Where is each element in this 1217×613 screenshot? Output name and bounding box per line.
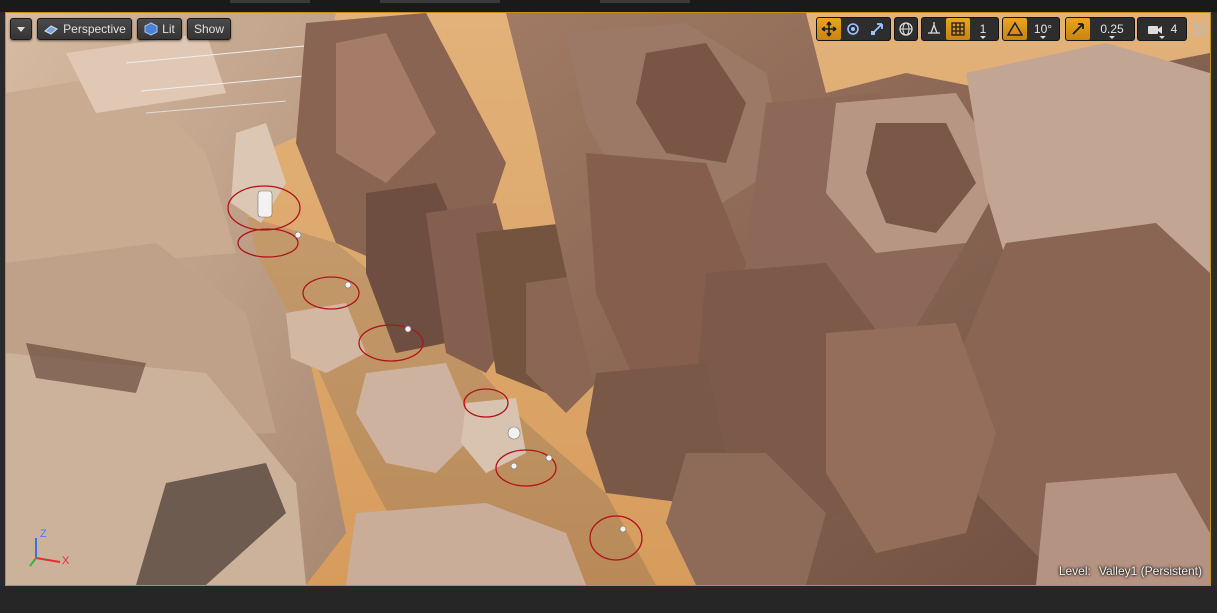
editor-tab[interactable] bbox=[600, 0, 690, 3]
level-status: Level: Valley1 (Persistent) bbox=[1059, 564, 1202, 578]
scale-arrow-icon bbox=[1072, 23, 1084, 35]
editor-tab-strip bbox=[0, 0, 1217, 12]
translate-arrows-icon bbox=[821, 21, 837, 37]
surface-snap-button[interactable] bbox=[922, 18, 946, 40]
level-name: Valley1 (Persistent) bbox=[1098, 564, 1202, 578]
surface-snap-icon bbox=[928, 22, 940, 34]
maximize-viewport-button[interactable] bbox=[1193, 22, 1205, 35]
camera-speed-dropdown[interactable]: 4 bbox=[1138, 18, 1186, 40]
perspective-view-button[interactable]: Perspective bbox=[37, 18, 132, 40]
rotation-snap-value: 10° bbox=[1033, 22, 1053, 36]
angle-triangle-icon bbox=[1007, 22, 1023, 36]
level-label: Level: bbox=[1058, 564, 1091, 578]
grid-snap-toggle[interactable] bbox=[946, 18, 970, 40]
level-viewport[interactable]: Perspective Lit Show 1 10° 0.25 4 Z X Le… bbox=[5, 12, 1211, 586]
transform-mode-group bbox=[816, 17, 891, 41]
coordinate-system-group bbox=[894, 17, 918, 41]
lighting-mode-label: Lit bbox=[162, 22, 175, 36]
camera-icon bbox=[1147, 26, 1162, 34]
axis-z-label: Z bbox=[40, 528, 47, 540]
grid-snap-value-dropdown[interactable]: 1 bbox=[970, 18, 996, 40]
axis-gizmo: Z X bbox=[24, 528, 84, 573]
chevron-down-icon bbox=[1040, 36, 1046, 39]
axis-x-label: X bbox=[62, 555, 70, 567]
globe-icon bbox=[899, 22, 913, 36]
editor-tab[interactable] bbox=[380, 0, 500, 3]
chevron-down-icon bbox=[1109, 36, 1115, 39]
chevron-down-icon bbox=[17, 26, 25, 32]
show-menu-button[interactable]: Show bbox=[187, 18, 231, 40]
translate-tool-button[interactable] bbox=[817, 18, 841, 40]
scale-snap-group: 0.25 bbox=[1065, 17, 1135, 41]
scale-icon bbox=[871, 23, 883, 35]
grid-snap-value: 1 bbox=[979, 22, 987, 36]
maximize-icon bbox=[1193, 23, 1205, 35]
cube-wire-icon bbox=[44, 25, 59, 35]
camera-speed-group: 4 bbox=[1137, 17, 1187, 41]
world-space-button[interactable] bbox=[895, 18, 917, 40]
editor-tab[interactable] bbox=[230, 0, 310, 3]
scale-snap-value: 0.25 bbox=[1100, 22, 1124, 36]
chevron-down-icon bbox=[1159, 36, 1165, 39]
grid-snap-group: 1 bbox=[921, 17, 999, 41]
lit-mode-button[interactable]: Lit bbox=[137, 18, 182, 40]
chevron-down-icon bbox=[980, 36, 986, 39]
rotation-snap-toggle[interactable] bbox=[1003, 18, 1027, 40]
scale-tool-button[interactable] bbox=[865, 18, 889, 40]
show-menu-label: Show bbox=[193, 22, 225, 36]
scale-snap-toggle[interactable] bbox=[1066, 18, 1090, 40]
rotate-icon bbox=[847, 23, 859, 35]
rotation-snap-value-dropdown[interactable]: 10° bbox=[1027, 18, 1059, 40]
rotation-snap-group: 10° bbox=[1002, 17, 1060, 41]
cube-solid-icon bbox=[144, 22, 158, 36]
rotate-tool-button[interactable] bbox=[841, 18, 865, 40]
grid-icon bbox=[951, 22, 965, 36]
scale-snap-value-dropdown[interactable]: 0.25 bbox=[1090, 18, 1134, 40]
viewport-options-button[interactable] bbox=[10, 18, 32, 40]
camera-speed-value: 4 bbox=[1170, 22, 1178, 36]
editor-bottom-bar bbox=[0, 586, 1217, 613]
view-mode-label: Perspective bbox=[63, 22, 126, 36]
axis-gizmo-lines bbox=[29, 538, 61, 567]
scene-render[interactable] bbox=[6, 13, 1210, 585]
